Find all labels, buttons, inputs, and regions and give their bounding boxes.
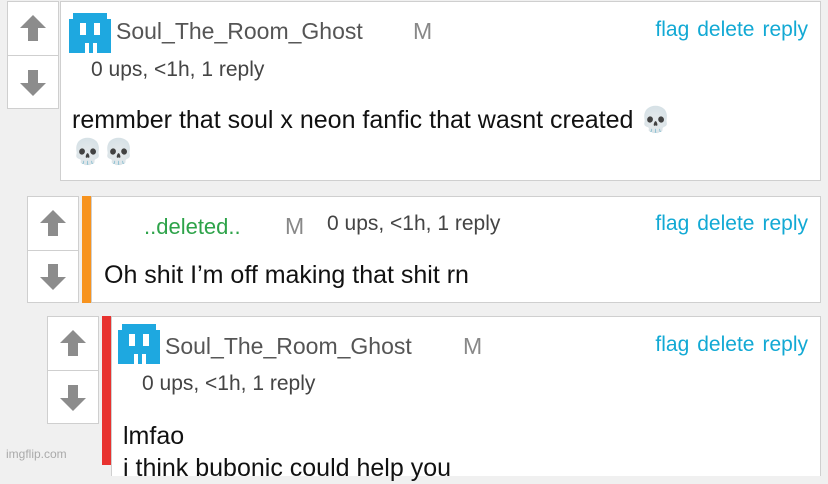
down-arrow-icon [40, 264, 66, 290]
comment: ..deleted.. M 0 ups, <1h, 1 reply flag de… [91, 196, 821, 303]
comment-meta: 0 ups, <1h, 1 reply [142, 372, 316, 395]
upvote-button[interactable] [8, 5, 58, 51]
reply-link[interactable]: reply [762, 333, 808, 356]
username-link[interactable]: Soul_The_Room_Ghost [165, 333, 412, 360]
comment-body-line: i think bubonic could help you [123, 454, 452, 482]
comment-meta: 0 ups, <1h, 1 reply [327, 212, 501, 235]
vote-column [7, 1, 59, 109]
comment-actions: flag delete reply [647, 18, 808, 42]
comment-body: remmber that soul x neon fanfic that was… [72, 106, 672, 166]
mod-badge: M [463, 333, 483, 359]
up-arrow-icon [40, 210, 66, 236]
vote-column [27, 196, 79, 303]
thread-line [82, 196, 91, 303]
down-arrow-icon [20, 70, 46, 96]
comment-body: Oh shit I’m off making that shit rn [104, 261, 469, 289]
mod-badge: M [285, 213, 305, 239]
comment-meta: 0 ups, <1h, 1 reply [91, 58, 265, 81]
comment-body: lmfao i think bubonic could help you [123, 420, 451, 484]
upvote-button[interactable] [48, 320, 98, 366]
flag-link[interactable]: flag [655, 212, 689, 235]
downvote-button[interactable] [28, 254, 78, 300]
mod-badge: M [413, 18, 433, 44]
up-arrow-icon [20, 15, 46, 41]
comment-body-line: lmfao [123, 422, 185, 450]
delete-link[interactable]: delete [697, 18, 754, 41]
comment: Soul_The_Room_Ghost M flag delete reply 0 … [111, 316, 821, 482]
reply-link[interactable]: reply [762, 18, 808, 41]
up-arrow-icon [60, 330, 86, 356]
comment-actions: flag delete reply [647, 212, 808, 236]
comment: Soul_The_Room_Ghost M flag delete reply 0 … [60, 1, 821, 181]
username-link[interactable]: Soul_The_Room_Ghost [116, 18, 363, 45]
thread-line [102, 316, 111, 465]
ghost-avatar-icon [69, 13, 111, 53]
ghost-avatar-icon [118, 324, 160, 364]
comment-actions: flag delete reply [647, 333, 808, 357]
delete-link[interactable]: delete [697, 333, 754, 356]
down-arrow-icon [60, 385, 86, 411]
watermark: imgflip.com [6, 447, 67, 461]
upvote-button[interactable] [28, 200, 78, 246]
flag-link[interactable]: flag [655, 18, 689, 41]
vote-column [47, 316, 99, 424]
deleted-username: ..deleted.. [144, 214, 241, 239]
flag-link[interactable]: flag [655, 333, 689, 356]
reply-link[interactable]: reply [762, 212, 808, 235]
downvote-button[interactable] [8, 60, 58, 106]
downvote-button[interactable] [48, 375, 98, 421]
delete-link[interactable]: delete [697, 212, 754, 235]
